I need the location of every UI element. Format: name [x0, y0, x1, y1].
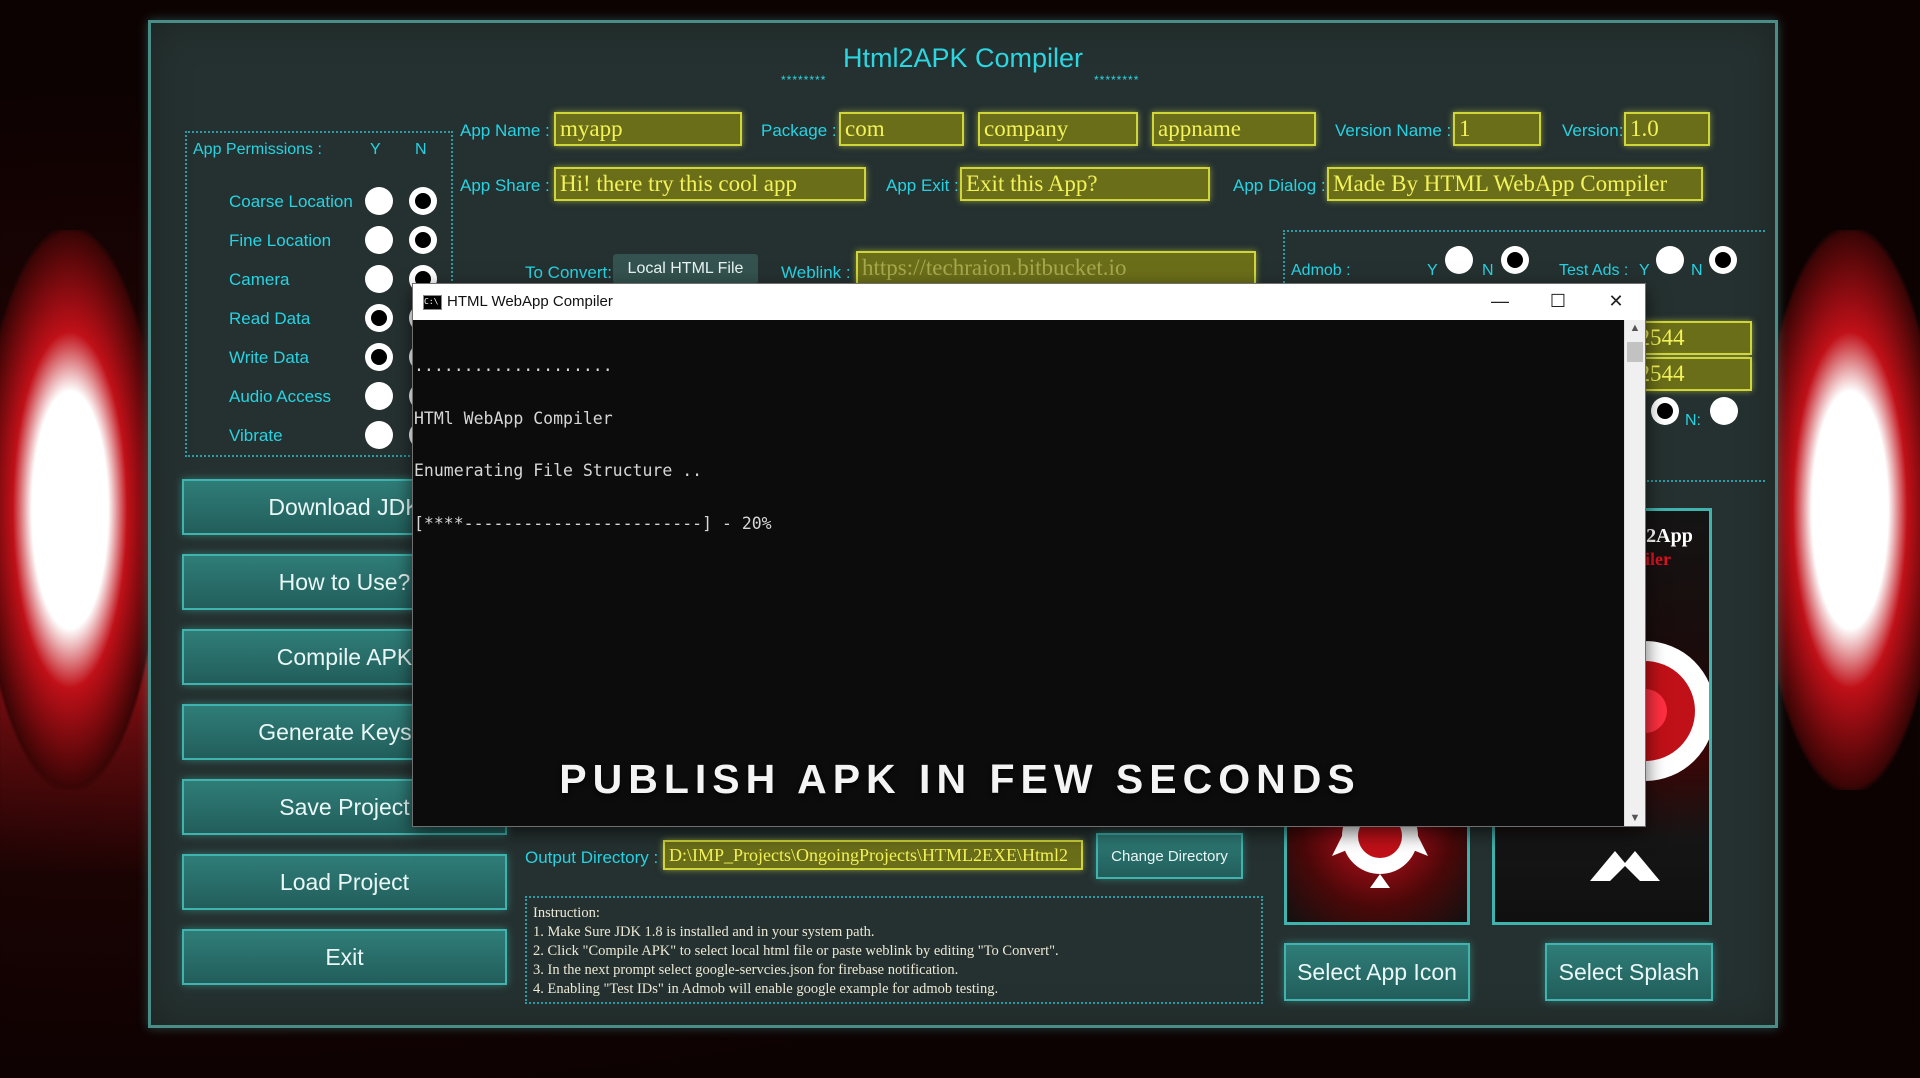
admob-extra-n-label: N:	[1685, 412, 1701, 429]
console-scrollbar[interactable]: ▲ ▼	[1624, 320, 1645, 826]
weblink-input[interactable]: https://techraion.bitbucket.io	[856, 251, 1256, 285]
scroll-down-icon[interactable]: ▼	[1625, 812, 1645, 824]
app-name-input[interactable]: myapp	[554, 112, 742, 146]
to-convert-select[interactable]: Local HTML File	[613, 254, 758, 284]
scroll-thumb[interactable]	[1627, 342, 1643, 362]
permissions-y-label: Y	[370, 141, 381, 158]
permission-label: Read Data	[229, 309, 311, 328]
maximize-icon[interactable]: ☐	[1529, 284, 1587, 320]
permission-yes-radio[interactable]	[365, 187, 393, 215]
change-directory-button[interactable]: Change Directory	[1096, 833, 1243, 879]
package-part3-input[interactable]: appname	[1152, 112, 1316, 146]
test-ads-no-radio[interactable]	[1709, 246, 1737, 274]
permission-yes-radio[interactable]	[365, 382, 393, 410]
permission-label: Write Data	[229, 348, 309, 367]
package-part1-input[interactable]: com	[839, 112, 964, 146]
permission-yes-radio[interactable]	[365, 343, 393, 371]
console-title: HTML WebApp Compiler	[447, 293, 613, 310]
select-app-icon-button[interactable]: Select App Icon	[1284, 943, 1470, 1001]
admob-label: Admob :	[1291, 262, 1351, 279]
exit-button[interactable]: Exit	[182, 929, 507, 985]
app-name-label: App Name :	[460, 121, 550, 140]
permissions-n-label: N	[415, 141, 427, 158]
console-line: [****------------------------] - 20%	[414, 513, 772, 533]
select-splash-button[interactable]: Select Splash	[1545, 943, 1713, 1001]
app-share-input[interactable]: Hi! there try this cool app	[554, 167, 866, 201]
instructions-panel: Instruction: 1. Make Sure JDK 1.8 is ins…	[525, 896, 1263, 1004]
version-label: Version:	[1562, 121, 1624, 140]
permission-label: Audio Access	[229, 387, 332, 406]
permission-label: Camera	[229, 270, 290, 289]
console-icon: C:\	[423, 295, 442, 310]
app-exit-label: App Exit :	[886, 176, 959, 195]
load-project-button[interactable]: Load Project	[182, 854, 507, 910]
permission-no-radio[interactable]	[409, 187, 437, 215]
permission-yes-radio[interactable]	[365, 265, 393, 293]
test-ads-label: Test Ads :	[1559, 262, 1629, 279]
permission-yes-radio[interactable]	[365, 421, 393, 449]
package-label: Package :	[761, 121, 837, 140]
test-ads-y-label: Y	[1639, 262, 1650, 279]
version-input[interactable]: 1.0	[1624, 112, 1710, 146]
close-icon[interactable]: ✕	[1587, 284, 1645, 320]
weblink-label: Weblink :	[781, 263, 851, 282]
permission-yes-radio[interactable]	[365, 226, 393, 254]
app-title: Html2APK Compiler	[842, 43, 1084, 73]
instructions-heading: Instruction:	[533, 905, 600, 921]
promo-caption: PUBLISH APK IN FEW SECONDS	[559, 756, 1361, 802]
output-directory-input[interactable]: D:\IMP_Projects\OngoingProjects\HTML2EXE…	[663, 840, 1083, 870]
version-name-input[interactable]: 1	[1453, 112, 1541, 146]
app-share-label: App Share :	[460, 176, 550, 195]
admob-n-label: N	[1482, 262, 1494, 279]
scroll-up-icon[interactable]: ▲	[1625, 322, 1645, 334]
admob-no-radio[interactable]	[1501, 246, 1529, 274]
minimize-icon[interactable]: —	[1471, 284, 1529, 320]
app-dialog-label: App Dialog :	[1233, 176, 1326, 195]
admob-yes-radio[interactable]	[1445, 246, 1473, 274]
background-decoration-right	[1760, 230, 1920, 790]
instruction-line: 2. Click "Compile APK" to select local h…	[533, 943, 1059, 959]
package-part2-input[interactable]: company	[978, 112, 1138, 146]
test-ads-n-label: N	[1691, 262, 1703, 279]
app-icon-logo-icon	[1332, 826, 1428, 888]
permission-row-coarse-location: Coarse Location	[187, 185, 451, 225]
app-dialog-input[interactable]: Made By HTML WebApp Compiler	[1327, 167, 1703, 201]
app-icon-preview	[1284, 823, 1470, 925]
permission-label: Fine Location	[229, 231, 332, 250]
instruction-line: 3. In the next prompt select google-serv…	[533, 962, 959, 978]
admob-extra-radio[interactable]	[1651, 397, 1679, 425]
permission-yes-radio[interactable]	[365, 304, 393, 332]
version-name-label: Version Name :	[1335, 121, 1452, 140]
app-exit-input[interactable]: Exit this App?	[960, 167, 1210, 201]
console-titlebar[interactable]: C:\ HTML WebApp Compiler — ☐ ✕	[413, 284, 1645, 320]
permission-label: Coarse Location	[229, 192, 353, 211]
background-decoration-left	[0, 230, 160, 790]
output-directory-label: Output Directory :	[525, 848, 659, 867]
instruction-line: 1. Make Sure JDK 1.8 is installed and in…	[533, 924, 875, 940]
console-line: HTMl WebApp Compiler	[414, 408, 613, 428]
to-convert-label: To Convert:	[525, 263, 612, 282]
permission-row-fine-location: Fine Location	[187, 224, 451, 264]
console-output: .................... HTMl WebApp Compile…	[413, 322, 1623, 567]
console-line: ....................	[414, 356, 613, 375]
instruction-line: 4. Enabling "Test IDs" in Admob will ena…	[533, 981, 999, 997]
title-stars-right: ********	[1094, 73, 1140, 87]
admob-y-label: Y	[1427, 262, 1438, 279]
console-line: Enumerating File Structure ..	[414, 461, 703, 480]
permissions-heading: App Permissions :	[193, 141, 322, 158]
test-ads-yes-radio[interactable]	[1656, 246, 1684, 274]
admob-extra-radio-2[interactable]	[1710, 397, 1738, 425]
title-stars-left: ********	[781, 73, 827, 87]
console-window: C:\ HTML WebApp Compiler — ☐ ✕ .........…	[412, 283, 1646, 827]
permission-no-radio[interactable]	[409, 226, 437, 254]
permission-label: Vibrate	[229, 426, 283, 445]
